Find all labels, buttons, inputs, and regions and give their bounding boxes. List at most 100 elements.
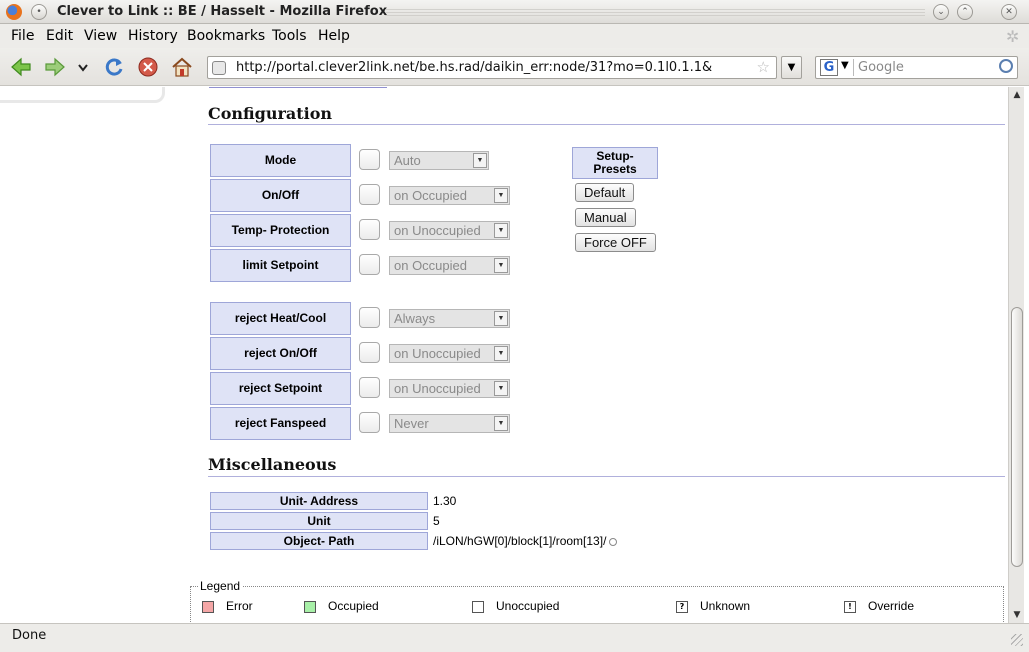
firefox-logo-icon xyxy=(6,4,22,20)
url-bar[interactable]: http://portal.clever2link.net/be.hs.rad/… xyxy=(207,56,777,79)
window-menu-icon[interactable]: • xyxy=(31,4,47,20)
chevron-down-icon: ▼ xyxy=(494,223,508,238)
search-box[interactable]: G ▼ Google xyxy=(815,56,1018,79)
config-checkbox-mode[interactable] xyxy=(359,149,380,170)
legend-override-icon: ! xyxy=(844,601,856,613)
site-identity-icon[interactable] xyxy=(212,61,226,75)
stop-icon[interactable] xyxy=(137,56,159,78)
search-engine-dropdown-icon[interactable]: ▼ xyxy=(841,60,849,71)
preset-default-button[interactable]: Default xyxy=(575,183,635,202)
menu-edit[interactable]: Edit xyxy=(46,28,73,44)
legend-occupied-label: Occupied xyxy=(328,599,379,613)
config-label-temp-protection: Temp- Protection xyxy=(210,214,351,247)
chevron-down-icon: ▼ xyxy=(494,381,508,396)
home-icon[interactable] xyxy=(171,56,193,78)
menu-tools[interactable]: Tools xyxy=(272,28,307,44)
page-content: Configuration Mode Auto ▼ On/Off on Occup… xyxy=(0,87,1008,623)
chevron-down-icon: ▼ xyxy=(473,153,487,168)
config-label-limit-setpoint: limit Setpoint xyxy=(210,249,351,282)
menubar: File Edit View History Bookmarks Tools H… xyxy=(0,24,1029,48)
reload-icon[interactable] xyxy=(103,56,125,78)
menu-view[interactable]: View xyxy=(84,28,117,44)
miscellaneous-rule xyxy=(208,476,1005,477)
legend-title: Legend xyxy=(198,579,243,593)
config-select-reject-setpoint[interactable]: on Unoccupied ▼ xyxy=(389,379,510,398)
chevron-down-icon: ▼ xyxy=(494,258,508,273)
config-select-reject-heat-cool-value: Always xyxy=(394,311,436,326)
search-engine-icon[interactable]: G xyxy=(820,59,838,76)
forward-arrow-icon[interactable] xyxy=(44,56,66,78)
config-checkbox-reject-setpoint[interactable] xyxy=(359,377,380,398)
url-text[interactable]: http://portal.clever2link.net/be.hs.rad/… xyxy=(236,60,712,75)
resize-grip-icon[interactable] xyxy=(1011,634,1023,646)
navigation-toolbar: http://portal.clever2link.net/be.hs.rad/… xyxy=(0,48,1029,86)
config-checkbox-reject-heat-cool[interactable] xyxy=(359,307,380,328)
legend-error-label: Error xyxy=(226,599,253,613)
scroll-up-icon[interactable]: ▲ xyxy=(1011,89,1023,101)
bookmark-star-icon[interactable]: ☆ xyxy=(757,58,770,76)
menu-bookmarks[interactable]: Bookmarks xyxy=(187,28,265,44)
legend-unoccupied-label: Unoccupied xyxy=(496,599,560,613)
menu-help[interactable]: Help xyxy=(318,28,350,44)
chevron-down-icon: ▼ xyxy=(494,416,508,431)
config-checkbox-limit-setpoint[interactable] xyxy=(359,254,380,275)
configuration-heading: Configuration xyxy=(208,104,333,123)
chevron-down-icon: ▼ xyxy=(494,346,508,361)
miscellaneous-heading: Miscellaneous xyxy=(208,455,337,474)
config-checkbox-reject-fanspeed[interactable] xyxy=(359,412,380,433)
menu-history[interactable]: History xyxy=(128,28,178,44)
chevron-down-icon: ▼ xyxy=(494,188,508,203)
config-checkbox-temp-protection[interactable] xyxy=(359,219,380,240)
config-checkbox-onoff[interactable] xyxy=(359,184,380,205)
config-select-reject-onoff[interactable]: on Unoccupied ▼ xyxy=(389,344,510,363)
maximize-button[interactable]: ⌃ xyxy=(957,4,973,20)
config-label-onoff: On/Off xyxy=(210,179,351,212)
misc-label-unit: Unit xyxy=(210,512,428,530)
search-separator xyxy=(853,59,854,76)
left-panel-edge xyxy=(0,87,165,103)
scroll-down-icon[interactable]: ▼ xyxy=(1011,609,1023,621)
window-title: Clever to Link :: BE / Hasselt - Mozilla… xyxy=(57,4,388,19)
config-label-reject-onoff: reject On/Off xyxy=(210,337,351,370)
vertical-scrollbar[interactable]: ▲ ▼ xyxy=(1008,87,1024,623)
config-select-reject-setpoint-value: on Unoccupied xyxy=(394,381,481,396)
minimize-button[interactable]: ⌄ xyxy=(933,4,949,20)
chevron-down-icon: ▼ xyxy=(494,311,508,326)
misc-value-object-path: /iLON/hGW[0]/block[1]/room[13]/ xyxy=(433,532,618,550)
magnifier-icon[interactable] xyxy=(609,537,618,546)
config-checkbox-reject-onoff[interactable] xyxy=(359,342,380,363)
config-label-mode: Mode xyxy=(210,144,351,177)
config-select-reject-heat-cool[interactable]: Always ▼ xyxy=(389,309,510,328)
scroll-thumb[interactable] xyxy=(1011,307,1023,567)
status-bar: Done xyxy=(0,623,1029,652)
object-path-text: /iLON/hGW[0]/block[1]/room[13]/ xyxy=(433,534,607,548)
throbber-icon: ✲ xyxy=(1006,27,1020,46)
menu-file[interactable]: File xyxy=(11,28,34,44)
config-select-onoff-value: on Occupied xyxy=(394,188,467,203)
config-select-onoff[interactable]: on Occupied ▼ xyxy=(389,186,510,205)
preset-manual-button[interactable]: Manual xyxy=(575,208,636,227)
history-dropdown-icon[interactable] xyxy=(76,56,90,78)
config-select-reject-fanspeed[interactable]: Never ▼ xyxy=(389,414,510,433)
configuration-rule xyxy=(208,124,1005,125)
status-text: Done xyxy=(12,628,47,643)
search-input[interactable]: Google xyxy=(858,60,904,75)
config-select-limit-setpoint[interactable]: on Occupied ▼ xyxy=(389,256,510,275)
config-select-limit-setpoint-value: on Occupied xyxy=(394,258,467,273)
config-select-reject-fanspeed-value: Never xyxy=(394,416,429,431)
config-select-temp-protection[interactable]: on Unoccupied ▼ xyxy=(389,221,510,240)
legend-unoccupied-swatch xyxy=(472,601,484,613)
url-history-dropdown[interactable]: ▼ xyxy=(781,56,802,79)
config-label-reject-heat-cool: reject Heat/Cool xyxy=(210,302,351,335)
legend-error-swatch xyxy=(202,601,214,613)
config-label-reject-fanspeed: reject Fanspeed xyxy=(210,407,351,440)
config-select-mode[interactable]: Auto ▼ xyxy=(389,151,489,170)
top-divider xyxy=(209,87,387,88)
search-icon[interactable] xyxy=(999,59,1013,73)
misc-label-unit-address: Unit- Address xyxy=(210,492,428,510)
preset-force-off-button[interactable]: Force OFF xyxy=(575,233,656,252)
legend-unknown-label: Unknown xyxy=(700,599,751,613)
misc-label-object-path: Object- Path xyxy=(210,532,428,550)
close-button[interactable]: ✕ xyxy=(1001,4,1017,20)
back-arrow-icon[interactable] xyxy=(10,56,32,78)
